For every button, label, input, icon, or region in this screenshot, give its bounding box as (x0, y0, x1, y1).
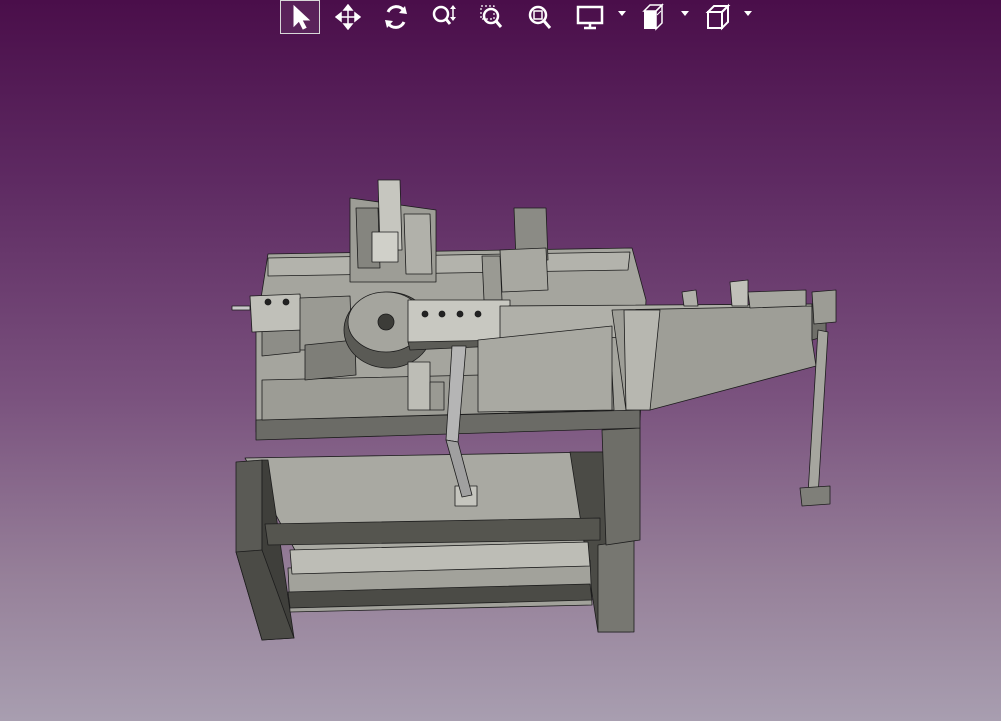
projection-button[interactable] (698, 0, 738, 34)
rotate-tool-button[interactable] (376, 0, 416, 34)
zoom-tool-button[interactable] (424, 0, 464, 34)
standard-views-button[interactable] (634, 0, 674, 34)
projection-cube-icon (705, 3, 731, 31)
select-cursor-icon (293, 4, 311, 30)
zoom-window-icon (480, 5, 503, 28)
3d-model-machine[interactable] (0, 0, 1001, 721)
standard-views-icon (642, 3, 664, 31)
pan-tool-button[interactable] (328, 0, 368, 34)
3d-viewport[interactable] (0, 0, 1001, 721)
display-monitor-icon (576, 5, 604, 30)
zoom-updown-icon (432, 5, 456, 25)
display-mode-button[interactable] (570, 0, 610, 34)
zoom-fit-tool-button[interactable] (520, 0, 560, 34)
pan-move-icon (335, 4, 361, 30)
chevron-down-icon[interactable] (618, 8, 626, 18)
select-tool-button[interactable] (280, 0, 320, 34)
chevron-down-icon[interactable] (681, 8, 689, 18)
zoom-fit-icon (528, 5, 552, 29)
rotate-orbit-icon (385, 5, 407, 29)
chevron-down-icon[interactable] (744, 8, 752, 18)
view-toolbar (278, 0, 758, 36)
zoom-window-tool-button[interactable] (472, 0, 512, 34)
